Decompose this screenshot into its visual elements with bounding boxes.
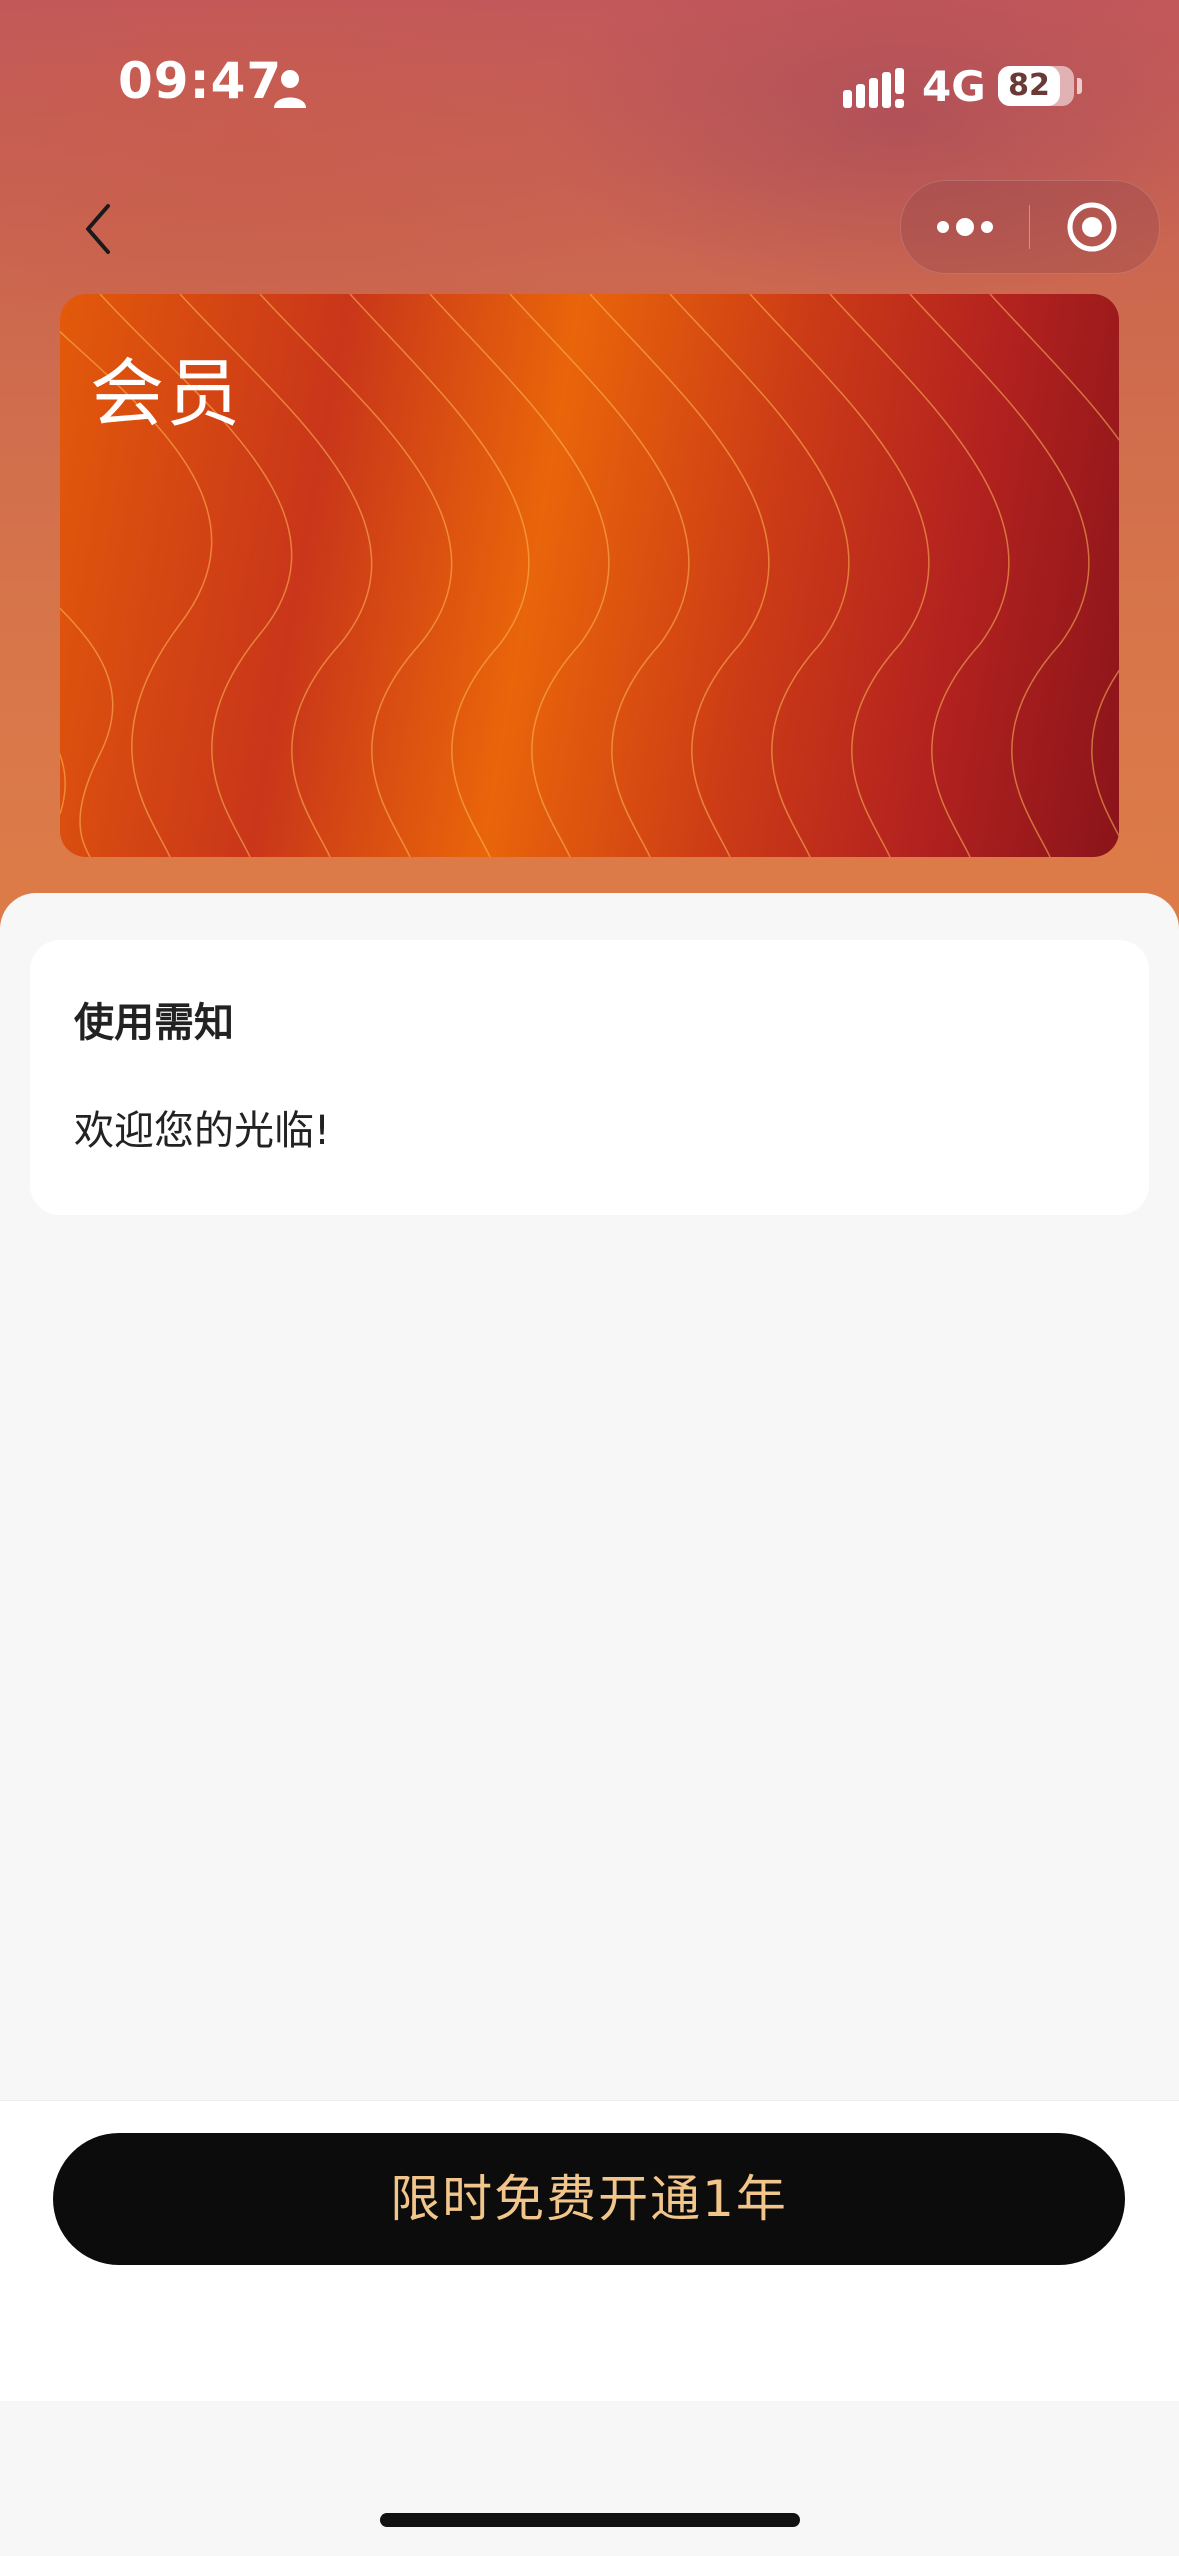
battery-indicator: 82 — [998, 66, 1074, 106]
miniprogram-capsule — [900, 180, 1160, 274]
signal-icon — [843, 68, 904, 108]
back-button chevron-left-icon[interactable] — [70, 196, 130, 262]
battery-percent: 82 — [1008, 68, 1050, 103]
card-title: 会员 — [90, 351, 242, 437]
activate-membership-button[interactable]: 限时免费开通1年 — [53, 2133, 1125, 2265]
home-indicator — [380, 2513, 800, 2527]
person-icon — [274, 70, 306, 108]
usage-notice-card: 使用需知 欢迎您的光临! — [30, 940, 1149, 1215]
target-close-icon[interactable] — [1030, 181, 1159, 273]
member-card: 会员 — [60, 294, 1119, 857]
network-type: 4G — [922, 62, 986, 111]
battery-tip — [1077, 78, 1082, 94]
notice-body: 欢迎您的光临! — [74, 1108, 331, 1154]
notice-title: 使用需知 — [74, 1000, 234, 1046]
status-time: 09:47 — [118, 52, 283, 110]
more-dots-icon[interactable] — [901, 181, 1029, 273]
